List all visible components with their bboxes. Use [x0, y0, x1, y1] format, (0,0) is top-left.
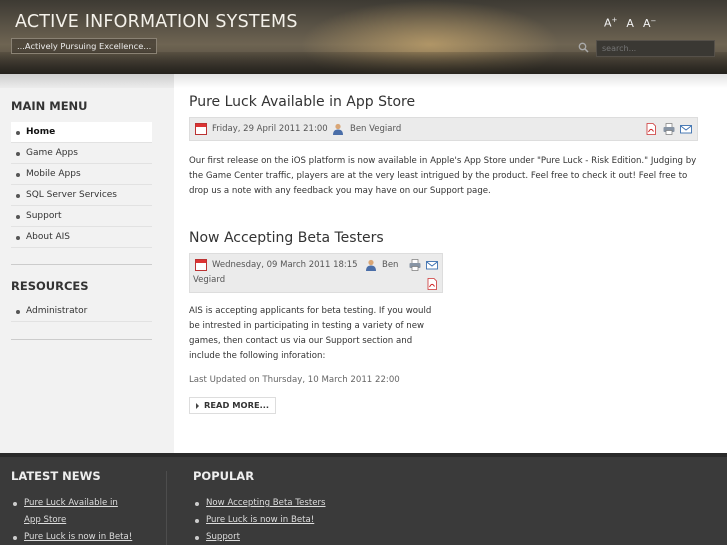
- search-input[interactable]: [596, 40, 715, 57]
- email-icon[interactable]: [426, 259, 438, 271]
- print-icon[interactable]: [663, 123, 675, 135]
- main-menu: Home Game Apps Mobile Apps SQL Server Se…: [11, 122, 152, 248]
- user-icon: [366, 259, 376, 271]
- popular-list: Now Accepting Beta Testers Pure Luck is …: [193, 495, 393, 545]
- read-more-button[interactable]: READ MORE...: [189, 397, 277, 414]
- site-header: ACTIVE INFORMATION SYSTEMS ...Actively P…: [0, 0, 727, 74]
- main-top-shade: [174, 74, 727, 88]
- sidebar-divider: [11, 264, 152, 265]
- calendar-icon: [195, 123, 207, 135]
- site-tagline: ...Actively Pursuing Excellence...: [11, 38, 158, 54]
- search-icon: [578, 42, 589, 53]
- popular-item[interactable]: Support: [193, 529, 393, 545]
- menu-item-support[interactable]: Support: [11, 206, 152, 227]
- menu-item-game-apps[interactable]: Game Apps: [11, 143, 152, 164]
- article-meta: Friday, 29 April 2011 21:00 Ben Vegiard: [189, 117, 698, 141]
- calendar-icon: [195, 259, 207, 271]
- print-icon[interactable]: [409, 259, 421, 271]
- main-menu-title: MAIN MENU: [11, 99, 88, 113]
- footer-divider: [166, 471, 167, 545]
- resources-menu: Administrator: [11, 301, 152, 322]
- article-author: Ben Vegiard: [350, 124, 402, 134]
- menu-item-mobile-apps[interactable]: Mobile Apps: [11, 164, 152, 185]
- latest-news-list: Pure Luck Available in App Store Pure Luc…: [11, 495, 151, 545]
- latest-news-item[interactable]: Pure Luck Available in App Store: [11, 495, 151, 529]
- article-author-continued: Vegiard: [193, 275, 226, 285]
- article-author: Ben: [382, 260, 399, 270]
- font-increase-label: A: [604, 16, 612, 30]
- popular-title: POPULAR: [193, 469, 255, 483]
- font-increase-sup: +: [611, 16, 618, 24]
- font-reset-button[interactable]: A: [626, 17, 634, 30]
- last-updated: Last Updated on Thursday, 10 March 2011 …: [189, 375, 400, 385]
- menu-item-home[interactable]: Home: [11, 122, 152, 143]
- sidebar-top-shade: [0, 74, 174, 88]
- sidebar-divider-bottom: [11, 339, 152, 340]
- popular-item[interactable]: Now Accepting Beta Testers: [193, 495, 393, 512]
- article-body: Our first release on the iOS platform is…: [189, 156, 697, 196]
- font-decrease-button[interactable]: A−: [643, 17, 656, 30]
- resources-title: RESOURCES: [11, 279, 89, 293]
- font-increase-button[interactable]: A+: [604, 16, 617, 30]
- menu-item-administrator[interactable]: Administrator: [11, 301, 152, 322]
- pdf-icon[interactable]: [645, 123, 657, 135]
- latest-news-title: LATEST NEWS: [11, 469, 101, 483]
- font-size-controls: A+ A A−: [604, 16, 656, 30]
- font-decrease-sup: −: [650, 16, 657, 25]
- latest-news-item-line: Pure Luck Available in: [24, 498, 118, 508]
- popular-item[interactable]: Pure Luck is now in Beta!: [193, 512, 393, 529]
- menu-item-sql-server-services[interactable]: SQL Server Services: [11, 185, 152, 206]
- article-body: AIS is accepting applicants for beta tes…: [189, 306, 432, 361]
- latest-news-item[interactable]: Pure Luck is now in Beta!: [11, 529, 151, 545]
- pdf-icon[interactable]: [426, 278, 438, 290]
- article-title[interactable]: Pure Luck Available in App Store: [189, 94, 415, 110]
- article-date: Wednesday, 09 March 2011 18:15: [212, 260, 358, 270]
- latest-news-item-line: App Store: [24, 515, 67, 525]
- user-icon: [333, 123, 343, 135]
- article-meta: Wednesday, 09 March 2011 18:15 Ben Vegia…: [189, 253, 443, 293]
- menu-item-about-ais[interactable]: About AIS: [11, 227, 152, 248]
- article-date: Friday, 29 April 2011 21:00: [212, 124, 328, 134]
- email-icon[interactable]: [680, 123, 692, 135]
- article-title[interactable]: Now Accepting Beta Testers: [189, 230, 384, 246]
- site-title[interactable]: ACTIVE INFORMATION SYSTEMS: [15, 12, 298, 32]
